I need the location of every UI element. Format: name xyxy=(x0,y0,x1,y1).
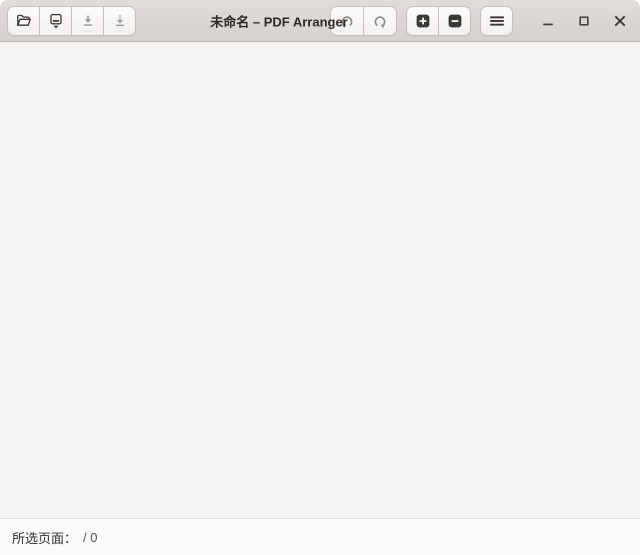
file-actions-group xyxy=(7,5,136,36)
close-icon xyxy=(612,13,628,29)
undo-arrow-icon xyxy=(339,13,355,29)
zoom-out-button[interactable] xyxy=(438,5,471,36)
redo-arrow-icon xyxy=(372,13,388,29)
maximize-button[interactable] xyxy=(571,8,597,34)
redo-button[interactable] xyxy=(363,5,397,36)
minimize-button[interactable] xyxy=(535,8,561,34)
undo-redo-group xyxy=(330,5,397,36)
plus-square-icon xyxy=(415,13,431,29)
save-harddisk-icon xyxy=(48,13,64,29)
save-button[interactable] xyxy=(39,5,72,36)
headerbar: 未命名 – PDF Arranger xyxy=(0,0,640,42)
statusbar: 所选页面： / 0 xyxy=(0,518,640,555)
hamburger-icon xyxy=(489,13,505,29)
open-button[interactable] xyxy=(7,5,40,36)
window-title: 未命名 – PDF Arranger xyxy=(210,14,348,29)
pdf-arranger-window: 未命名 – PDF Arranger 所选页面： / 0 xyxy=(0,0,640,555)
window-controls xyxy=(525,8,633,34)
minimize-icon xyxy=(540,13,556,29)
folder-open-icon xyxy=(16,13,32,29)
undo-button[interactable] xyxy=(330,5,364,36)
main-menu-button[interactable] xyxy=(480,5,513,36)
pages-area[interactable] xyxy=(0,42,640,518)
import-button[interactable] xyxy=(71,5,104,36)
dropdown-caret-icon xyxy=(52,25,59,28)
dashed-arrow-down-to-line-icon xyxy=(112,13,128,29)
zoom-group xyxy=(406,5,471,36)
arrow-down-to-line-icon xyxy=(80,13,96,29)
headerbar-right xyxy=(330,5,633,36)
minus-square-icon xyxy=(447,13,463,29)
close-button[interactable] xyxy=(607,8,633,34)
export-button[interactable] xyxy=(103,5,136,36)
selected-pages-label: 所选页面： xyxy=(12,530,78,546)
maximize-icon xyxy=(576,13,592,29)
selected-pages-value: / 0 xyxy=(83,529,98,545)
zoom-in-button[interactable] xyxy=(406,5,439,36)
